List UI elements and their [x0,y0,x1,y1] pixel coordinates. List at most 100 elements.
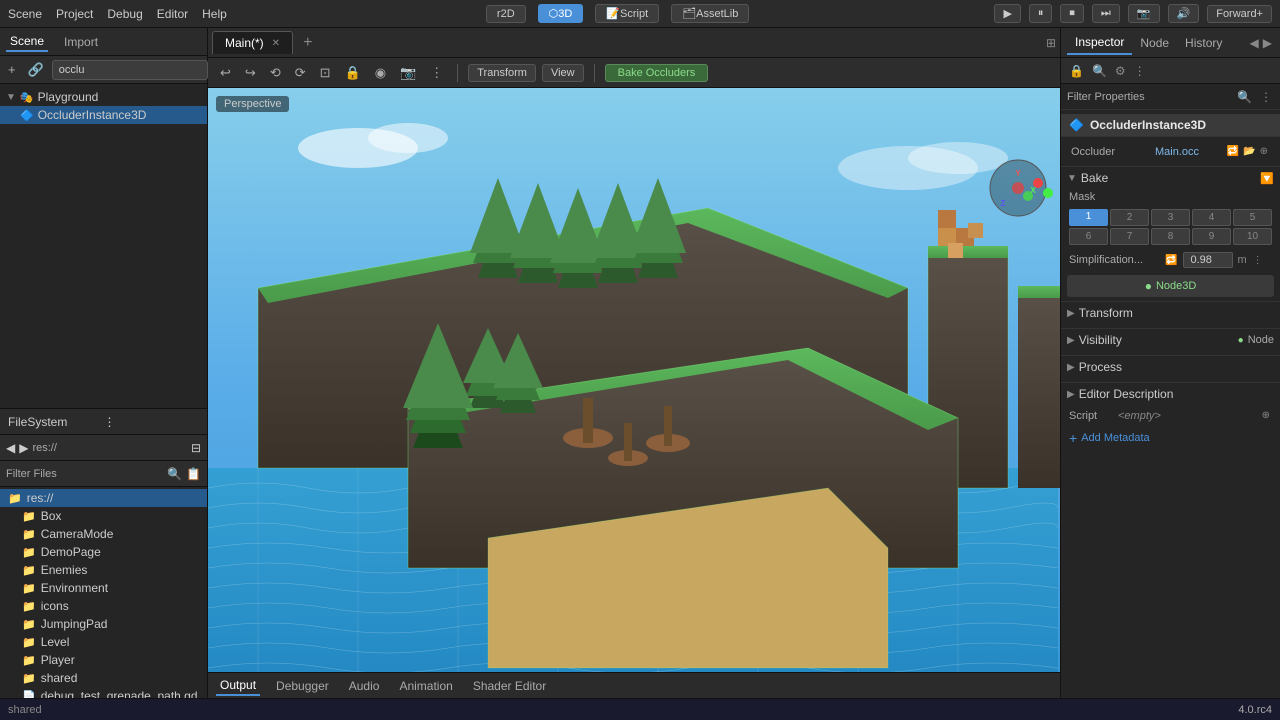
mask-cell-6[interactable]: 6 [1069,228,1108,245]
transform-button[interactable]: Transform [468,64,536,82]
fs-item-res[interactable]: 📁 res:// [0,489,207,507]
menu-project[interactable]: Project [56,7,93,21]
simp-lock-icon[interactable]: 🔁 [1163,253,1179,268]
tab-add-button[interactable]: + [295,30,320,56]
fs-item-demopage[interactable]: 📁 DemoPage [0,543,207,561]
tab-animation[interactable]: Animation [395,677,456,695]
menu-help[interactable]: Help [202,7,227,21]
tab-scene[interactable]: Scene [6,32,48,52]
viewport[interactable]: Perspective [208,88,1060,672]
editor-desc-section-header[interactable]: ▶ Editor Description [1061,382,1280,405]
grid-icon[interactable]: ⊡ [316,63,335,83]
tab-debugger[interactable]: Debugger [272,677,333,695]
lock-icon[interactable]: 🔒 [341,63,365,83]
tab-node[interactable]: Node [1132,32,1177,54]
filter-search-icon[interactable]: 🔍 [167,467,182,481]
mask-cell-10[interactable]: 10 [1233,228,1272,245]
mode-script[interactable]: 📝Script [595,4,659,23]
camera-button[interactable]: 📷 [1128,4,1160,23]
occluder-clear-icon[interactable]: ⊕ [1258,144,1270,159]
fs-back-icon[interactable]: ◀ [6,441,15,455]
mode-3d[interactable]: ⬡3D [538,4,584,23]
fs-more-icon[interactable]: ⋮ [104,415,200,429]
mask-cell-9[interactable]: 9 [1192,228,1231,245]
expand-icon[interactable]: ▶ [1261,34,1274,52]
simplification-input[interactable] [1183,252,1233,268]
tab-shader-editor[interactable]: Shader Editor [469,677,550,695]
mask-cell-5[interactable]: 5 [1233,209,1272,226]
menu-icon[interactable]: ⋮ [426,63,447,83]
occluder-load-icon[interactable]: 📂 [1241,144,1257,159]
tab-history[interactable]: History [1177,32,1230,54]
script-more-icon[interactable]: ⊕ [1260,408,1272,423]
fs-item-enemies[interactable]: 📁 Enemies [0,561,207,579]
bake-section-header[interactable]: ▼ Bake 🔽 [1061,166,1280,189]
editor-tab-main[interactable]: Main(*) ✕ [212,31,293,54]
pause-button[interactable]: ⏸ [1029,4,1053,23]
snap-icon[interactable]: ◉ [371,63,390,83]
fs-item-shared[interactable]: 📁 shared [0,669,207,687]
menu-editor[interactable]: Editor [157,7,188,21]
bake-collapse-btn[interactable]: 🔽 [1260,172,1274,185]
transform-section-header[interactable]: ▶ Transform [1061,301,1280,324]
filter-options-icon[interactable]: 📋 [186,467,201,481]
fs-item-level[interactable]: 📁 Level [0,633,207,651]
fs-item-environment[interactable]: 📁 Environment [0,579,207,597]
rotate-ccw-icon[interactable]: ⟳ [291,63,310,83]
tab-inspector[interactable]: Inspector [1067,31,1132,55]
mask-cell-8[interactable]: 8 [1151,228,1190,245]
view-button[interactable]: View [542,64,584,82]
occluder-value[interactable]: Main.occ [1151,145,1225,159]
fs-item-box[interactable]: 📁 Box [0,507,207,525]
fs-path[interactable]: res:// [32,442,56,454]
simp-more-icon[interactable]: ⋮ [1251,253,1265,268]
fs-item-jumpingpad[interactable]: 📁 JumpingPad [0,615,207,633]
insp-lock-icon[interactable]: 🔒 [1067,62,1086,80]
mode-2d[interactable]: r2D [486,5,526,23]
insp-search-icon[interactable]: 🔍 [1090,62,1109,80]
fs-item-icons[interactable]: 📁 icons [0,597,207,615]
bake-occluders-button[interactable]: Bake Occluders [605,64,709,82]
menu-debug[interactable]: Debug [107,7,142,21]
link-node-button[interactable]: 🔗 [24,60,48,80]
mask-cell-4[interactable]: 4 [1192,209,1231,226]
scene-search-input[interactable] [52,60,208,80]
insp-settings-icon[interactable]: ⚙ [1113,62,1128,80]
tree-item-playground[interactable]: ▼ 🎭 Playground [0,88,207,106]
undo-icon[interactable]: ↩ [216,63,235,83]
remote-button[interactable]: 🔊 [1168,4,1200,23]
layout-toggle-icon[interactable]: ⊞ [1046,36,1056,50]
tree-item-occluder[interactable]: 🔷 OccluderInstance3D [0,106,207,124]
stop-button[interactable]: ⏹ [1060,4,1084,23]
fs-item-debug1[interactable]: 📄 debug_test_grenade_path.gd [0,687,207,698]
tab-import[interactable]: Import [60,33,102,51]
fs-collapse-icon[interactable]: ⊟ [191,441,201,455]
fs-forward-icon[interactable]: ▶ [19,441,28,455]
mode-assetlib[interactable]: 🗂AssetLib [671,4,749,23]
add-node-button[interactable]: + [4,60,20,79]
occluder-more-icon[interactable]: 🔁 [1225,144,1241,159]
filter-search-btn[interactable]: 🔍 [1235,88,1254,106]
play-button[interactable]: ▶ [994,4,1020,23]
rotate-cw-icon[interactable]: ⟲ [266,63,285,83]
mask-cell-7[interactable]: 7 [1110,228,1149,245]
tab-output[interactable]: Output [216,676,260,696]
filter-more-btn[interactable]: ⋮ [1258,88,1274,106]
step-button[interactable]: ⏭ [1092,4,1120,23]
process-section-header[interactable]: ▶ Process [1061,355,1280,378]
fs-item-player[interactable]: 📁 Player [0,651,207,669]
collapse-icon[interactable]: ◀ [1248,34,1261,52]
mask-cell-2[interactable]: 2 [1110,209,1149,226]
mask-cell-1[interactable]: 1 [1069,209,1108,226]
camera-icon[interactable]: 📷 [396,63,420,83]
mask-cell-3[interactable]: 3 [1151,209,1190,226]
insp-more-icon[interactable]: ⋮ [1132,62,1148,80]
add-metadata-button[interactable]: + Add Metadata [1061,426,1280,450]
visibility-section-header[interactable]: ▶ Visibility ● Node [1061,328,1280,351]
tab-close-icon[interactable]: ✕ [272,38,280,49]
menu-scene[interactable]: Scene [8,7,42,21]
fs-item-cameramode[interactable]: 📁 CameraMode [0,525,207,543]
redo-icon[interactable]: ↪ [241,63,260,83]
tab-audio[interactable]: Audio [345,677,384,695]
forward-plus-button[interactable]: Forward+ [1207,5,1272,23]
